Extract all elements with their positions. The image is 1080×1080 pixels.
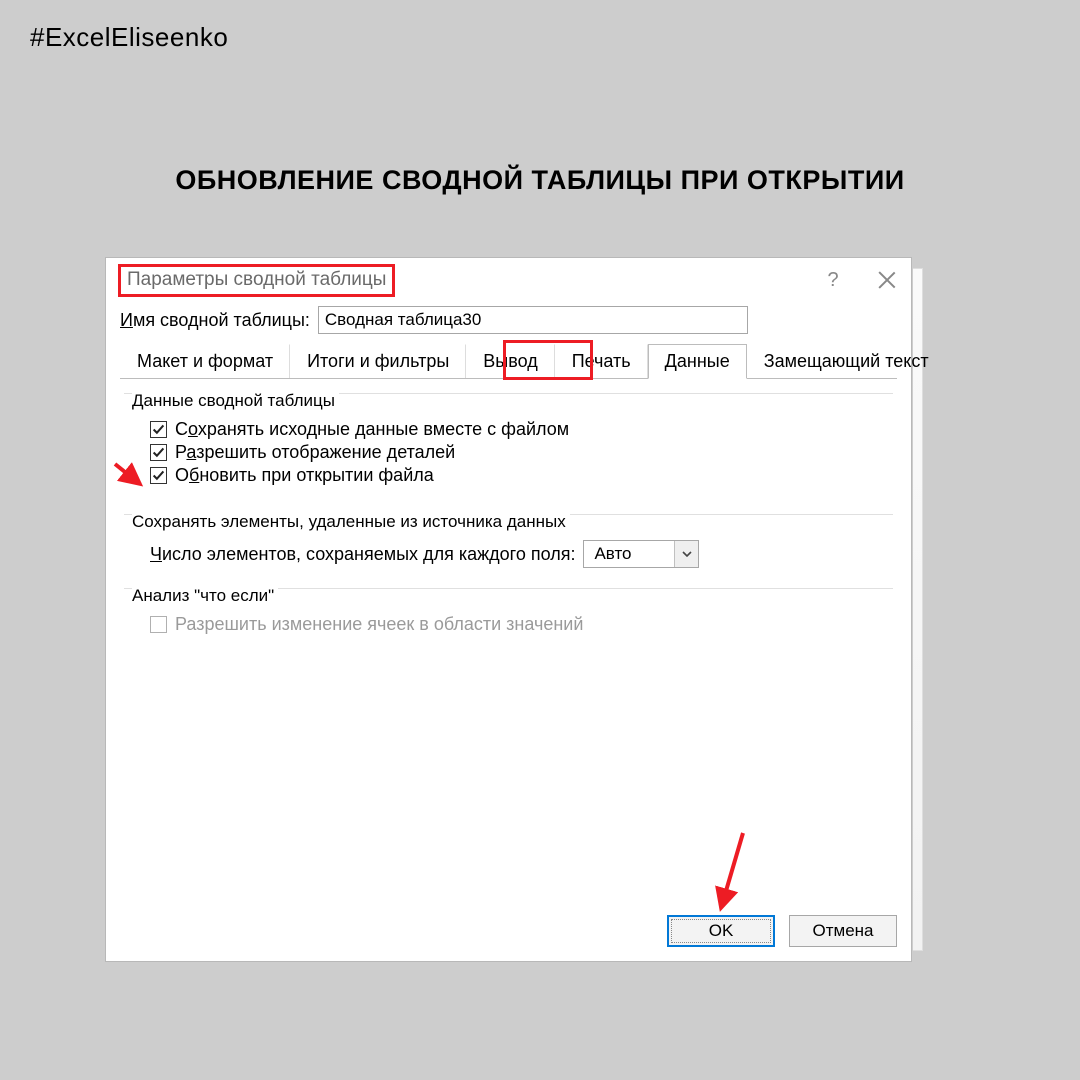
- group-pivot-data: Данные сводной таблицы Сохранять исходны…: [124, 387, 893, 498]
- group-retain-items: Сохранять элементы, удаленные из источни…: [124, 508, 893, 572]
- checkbox-enable-show-details[interactable]: Разрешить отображение деталей: [150, 442, 885, 463]
- pivot-name-input[interactable]: [318, 306, 748, 334]
- retain-count-row: Число элементов, сохраняемых для каждого…: [132, 540, 885, 568]
- dialog-titlebar: Параметры сводной таблицы ?: [106, 258, 911, 302]
- group-whatif-legend: Анализ "что если": [132, 586, 278, 606]
- tab-данные[interactable]: Данные: [648, 344, 747, 379]
- checkbox-refresh-on-open[interactable]: Обновить при открытии файла: [150, 465, 885, 486]
- group-retain-legend: Сохранять элементы, удаленные из источни…: [132, 512, 570, 532]
- dialog-title: Параметры сводной таблицы: [118, 264, 395, 297]
- tab-итоги-и-фильтры[interactable]: Итоги и фильтры: [290, 344, 466, 378]
- tabs: Макет и форматИтоги и фильтрыВыводПечать…: [120, 344, 897, 379]
- arrow-annotation-icon: [711, 828, 751, 918]
- chevron-down-icon: [674, 541, 698, 567]
- page-heading: ОБНОВЛЕНИЕ СВОДНОЙ ТАБЛИЦЫ ПРИ ОТКРЫТИИ: [0, 165, 1080, 196]
- retain-count-dropdown[interactable]: Авто: [583, 540, 699, 568]
- help-icon[interactable]: ?: [821, 269, 845, 292]
- checkbox-save-source-data[interactable]: Сохранять исходные данные вместе с файло…: [150, 419, 885, 440]
- hashtag-label: #ExcelEliseenko: [30, 22, 228, 53]
- tab-замещающий-текст[interactable]: Замещающий текст: [747, 344, 946, 378]
- cancel-button[interactable]: Отмена: [789, 915, 897, 947]
- pivot-name-label: Имя сводной таблицы:: [120, 310, 310, 331]
- tab-печать[interactable]: Печать: [555, 344, 648, 378]
- pivot-name-row: Имя сводной таблицы:: [120, 306, 897, 334]
- pivot-table-options-dialog: Параметры сводной таблицы ? Имя сводной …: [105, 257, 912, 962]
- close-icon[interactable]: [877, 270, 897, 290]
- tab-вывод[interactable]: Вывод: [466, 344, 554, 378]
- group-pivot-data-legend: Данные сводной таблицы: [132, 391, 339, 411]
- group-whatif: Анализ "что если" Разрешить изменение яч…: [124, 582, 893, 647]
- ok-button[interactable]: OK: [667, 915, 775, 947]
- tab-макет-и-формат[interactable]: Макет и формат: [120, 344, 290, 378]
- checkbox-enable-cell-editing: Разрешить изменение ячеек в области знач…: [150, 614, 885, 635]
